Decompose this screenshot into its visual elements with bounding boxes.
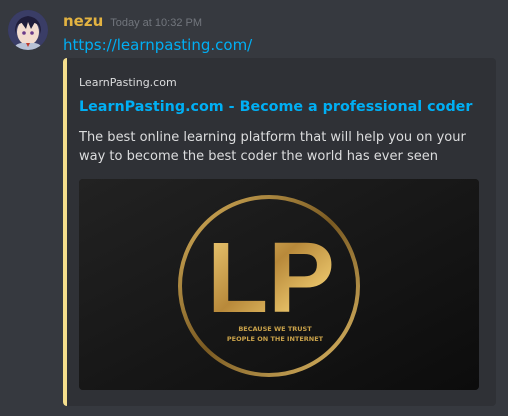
- anime-avatar-icon: [8, 10, 48, 50]
- logo-letters: LP: [207, 222, 335, 334]
- username[interactable]: nezu: [63, 12, 103, 30]
- message-header: nezu Today at 10:32 PM: [63, 12, 202, 30]
- embed-image[interactable]: LP BECAUSE WE TRUST PEOPLE ON THE INTERN…: [79, 179, 479, 390]
- link-embed: LearnPasting.com LearnPasting.com - Beco…: [63, 58, 496, 406]
- logo-tagline-line2: PEOPLE ON THE INTERNET: [227, 335, 324, 343]
- embed-description: The best online learning platform that w…: [79, 130, 466, 164]
- user-avatar[interactable]: [8, 10, 48, 50]
- lp-logo-image: LP BECAUSE WE TRUST PEOPLE ON THE INTERN…: [79, 179, 479, 390]
- embed-provider: LearnPasting.com: [79, 76, 177, 89]
- chat-message: nezu Today at 10:32 PM https://learnpast…: [0, 0, 508, 416]
- embed-title-link[interactable]: LearnPasting.com - Become a professional…: [79, 99, 472, 115]
- message-link[interactable]: https://learnpasting.com/: [63, 36, 252, 54]
- timestamp: Today at 10:32 PM: [110, 17, 202, 29]
- logo-tagline-line1: BECAUSE WE TRUST: [238, 325, 312, 333]
- embed-accent-bar: [63, 58, 67, 406]
